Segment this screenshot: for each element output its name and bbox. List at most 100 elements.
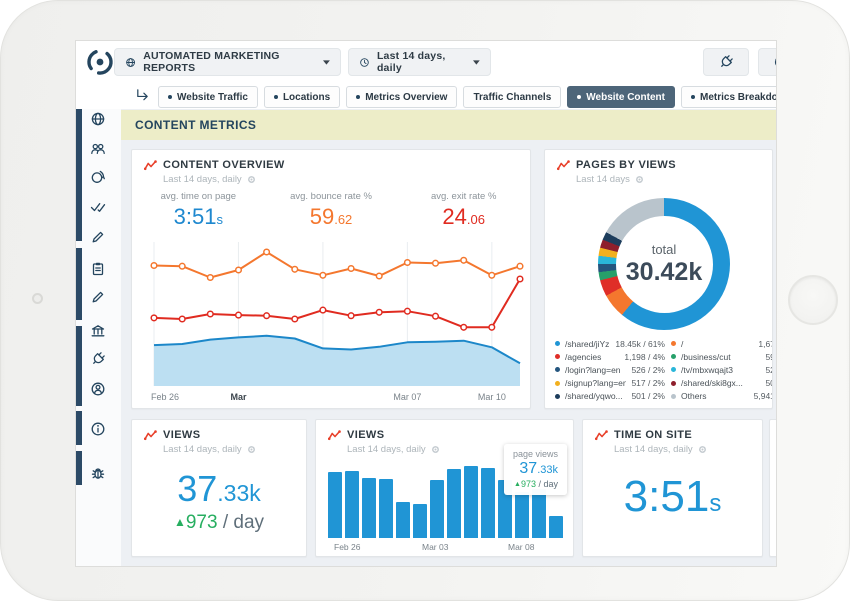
sidebar-group-bar	[76, 326, 82, 406]
topbar: AUTOMATED MARKETING REPORTS Last 14 days…	[76, 41, 776, 83]
tab-dot	[356, 95, 360, 99]
x-axis-label: Mar 03	[422, 542, 448, 552]
tab-traffic-channels[interactable]: Traffic Channels	[463, 86, 561, 108]
tab-website-traffic[interactable]: Website Traffic	[158, 86, 258, 108]
date-range-label: Last 14 days, daily	[377, 50, 458, 74]
date-range-selector[interactable]: Last 14 days, daily	[348, 48, 491, 76]
user-icon[interactable]	[90, 381, 106, 397]
section-header: CONTENT METRICS	[121, 110, 776, 140]
bug-icon[interactable]	[90, 465, 106, 481]
tab-dot	[577, 95, 581, 99]
tab-locations[interactable]: Locations	[264, 86, 340, 108]
tab-website-content[interactable]: Website Content	[567, 86, 675, 108]
chevron-down-icon	[323, 60, 330, 65]
card-subtitle: Last 14 days, daily	[163, 444, 242, 455]
subpage-arrow-icon	[135, 88, 150, 108]
report-pages-tabrow: Website Traffic Locations Metrics Overview…	[76, 83, 776, 109]
bar[interactable]	[464, 466, 478, 538]
legend-item: /tv/mbxwqajt3521 / 2%	[671, 363, 773, 376]
pulse-chart-icon	[328, 430, 341, 441]
globe-sync-icon[interactable]	[90, 169, 106, 185]
pen-icon[interactable]	[90, 229, 106, 245]
content-overview-card: CONTENT OVERVIEW Last 14 days, daily avg…	[131, 149, 531, 409]
integrations-button[interactable]	[703, 48, 749, 76]
gear-icon[interactable]	[431, 445, 440, 454]
globe-icon	[125, 56, 136, 69]
sidebar-group-bar	[76, 99, 82, 241]
x-axis-label: Feb 26	[334, 542, 360, 552]
bar[interactable]	[515, 492, 529, 538]
gear-icon[interactable]	[247, 445, 256, 454]
legend-item: /agencies1,198 / 4%	[555, 350, 665, 363]
svg-text:Mar: Mar	[230, 392, 247, 402]
gear-icon[interactable]	[635, 175, 644, 184]
globe-icon[interactable]	[90, 111, 106, 127]
bar[interactable]	[549, 516, 563, 538]
tab-metrics-overview[interactable]: Metrics Overview	[346, 86, 457, 108]
pages-by-views-card: PAGES BY VIEWS Last 14 days total 30.42k	[544, 149, 773, 409]
bar[interactable]	[532, 489, 546, 538]
content-area: CONTENT METRICS CONTENT OVERVIEW Last 14…	[121, 107, 776, 566]
legend-dot	[671, 354, 676, 359]
legend-dot	[671, 381, 676, 386]
card-title: VIEWS	[347, 429, 384, 441]
donut-total-value: 30.42k	[626, 258, 702, 287]
double-check-icon[interactable]	[90, 199, 106, 215]
bank-icon[interactable]	[90, 323, 106, 339]
report-selector-label: AUTOMATED MARKETING REPORTS	[143, 50, 308, 74]
pulse-chart-icon	[144, 160, 157, 171]
tab-dot	[168, 95, 172, 99]
bar[interactable]	[362, 478, 376, 538]
bar[interactable]	[345, 471, 359, 538]
gear-icon[interactable]	[247, 175, 256, 184]
legend-item: /signup?lang=en517 / 2%	[555, 377, 665, 390]
views-summary-card: VIEWS Last 14 days, daily 37.33k ▲973 / …	[131, 419, 307, 557]
legend-dot	[671, 367, 676, 372]
report-selector[interactable]: AUTOMATED MARKETING REPORTS	[114, 48, 341, 76]
overview-metrics: avg. time on page 3:51s avg. bounce rate…	[132, 191, 530, 230]
bar[interactable]	[430, 480, 444, 538]
svg-text:Mar 10: Mar 10	[478, 392, 506, 402]
clock-icon	[359, 56, 370, 69]
pen-icon[interactable]	[90, 289, 106, 305]
card-subtitle: Last 14 days	[576, 174, 630, 185]
bar[interactable]	[396, 502, 410, 538]
pages-donut-chart: total 30.42k	[598, 198, 730, 330]
x-axis-label: Mar 08	[508, 542, 534, 552]
info-icon[interactable]	[90, 421, 106, 437]
tablet-frame: AUTOMATED MARKETING REPORTS Last 14 days…	[0, 0, 850, 601]
plug-icon[interactable]	[90, 351, 106, 367]
settings-button[interactable]	[758, 48, 776, 76]
app-logo-icon	[85, 47, 115, 82]
clipboard-icon[interactable]	[90, 261, 106, 277]
legend-item: /shared/yqwo...501 / 2%	[555, 390, 665, 403]
pulse-chart-icon	[595, 430, 608, 441]
tab-metrics-breakdowns[interactable]: Metrics Breakdowns	[681, 86, 776, 108]
legend-item: /1,677 / 6%	[671, 337, 773, 350]
time-on-site-value: 3:51s	[583, 472, 762, 522]
sidebar-group-bar	[76, 411, 82, 445]
pulse-chart-icon	[557, 160, 570, 171]
pulse-chart-icon	[144, 430, 157, 441]
bar[interactable]	[481, 468, 495, 538]
card-title: PAGES BY VIEWS	[576, 159, 676, 171]
gear-icon[interactable]	[698, 445, 707, 454]
legend-item: /shared/jiYz...18.45k / 61%	[555, 337, 665, 350]
bar[interactable]	[328, 472, 342, 538]
tab-dot	[691, 95, 695, 99]
legend-dot	[555, 367, 560, 372]
metric-time-on-page: avg. time on page 3:51s	[132, 191, 265, 230]
views-bar-chart-card: VIEWS Last 14 days, daily Feb 26Mar 03Ma…	[315, 419, 574, 557]
bar[interactable]	[379, 479, 393, 538]
card-title: CONTENT OVERVIEW	[163, 159, 285, 171]
users-icon[interactable]	[90, 141, 106, 157]
screen: AUTOMATED MARKETING REPORTS Last 14 days…	[76, 41, 776, 566]
home-button[interactable]	[788, 275, 838, 325]
legend-dot	[555, 381, 560, 386]
legend-item: /shared/ski8gx...501 / 2%	[671, 377, 773, 390]
legend-item: /login?lang=en526 / 2%	[555, 363, 665, 376]
delta-up-icon: ▲	[514, 481, 521, 488]
bar[interactable]	[413, 504, 427, 538]
bar[interactable]	[447, 469, 461, 538]
clipped-card	[769, 419, 776, 557]
